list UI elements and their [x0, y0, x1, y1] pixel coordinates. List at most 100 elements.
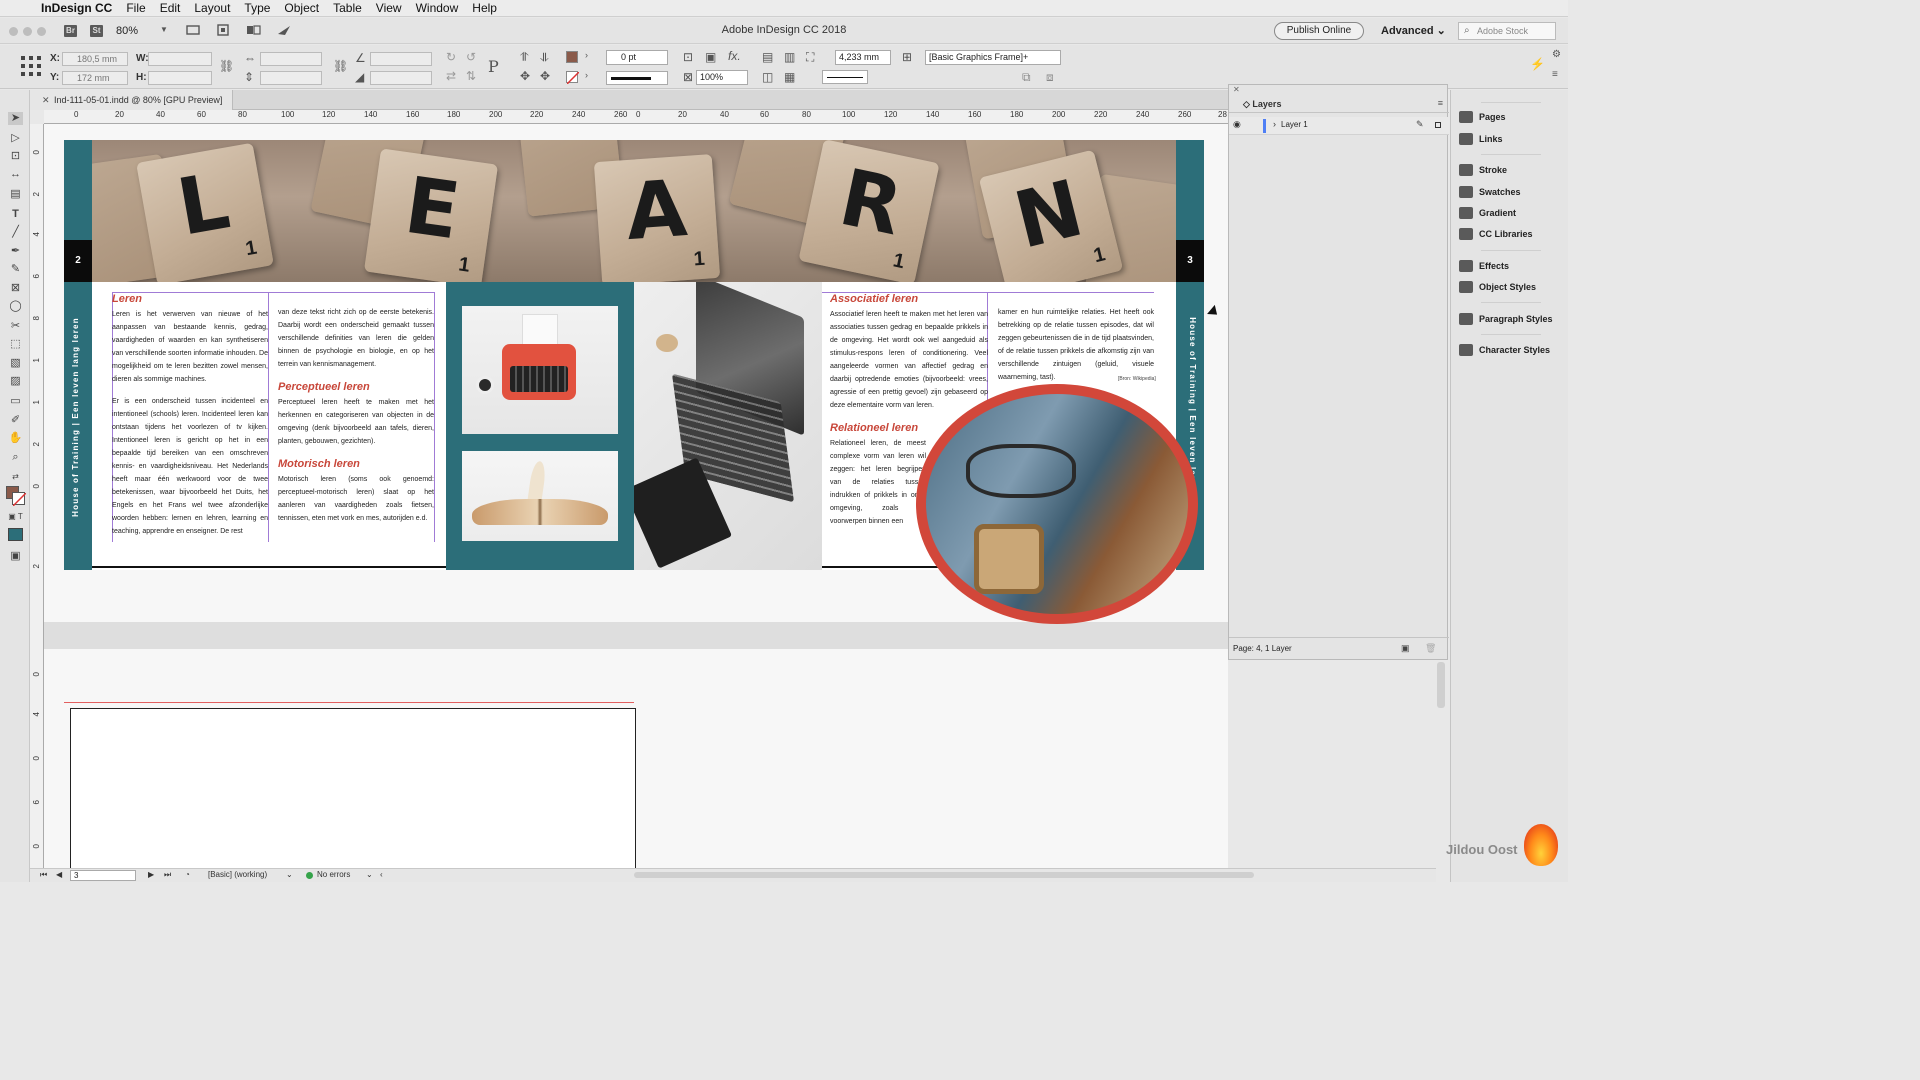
vertical-ruler[interactable]: 0 2 4 6 8 1 1 2 0 2 0 4 0 6 0 — [30, 124, 44, 869]
laptop-photo[interactable] — [634, 282, 822, 570]
align-left-icon[interactable]: ⧉ — [1022, 70, 1031, 85]
height-field[interactable] — [148, 71, 212, 85]
flip-horizontal-icon[interactable]: ⇄ — [446, 69, 456, 83]
close-icon[interactable]: ✕ — [1233, 85, 1240, 94]
first-page-icon[interactable]: ⏮ — [40, 870, 47, 880]
effects-fx-icon[interactable]: fx. — [728, 49, 741, 63]
distribute-icon[interactable]: ⧈ — [1046, 70, 1054, 85]
page-number-field[interactable]: 3 — [70, 870, 136, 881]
direct-selection-tool-icon[interactable]: ▷ — [8, 132, 23, 145]
glasses-circle-photo[interactable] — [916, 384, 1198, 624]
scale-y-field[interactable] — [260, 71, 322, 85]
screen-mode-normal-icon[interactable]: ▣ — [8, 550, 23, 563]
stroke-style-select[interactable] — [822, 70, 868, 84]
select-previous-object-icon[interactable]: ✥ — [520, 69, 530, 83]
expand-layer-icon[interactable]: › — [1273, 119, 1276, 129]
rotate-90-ccw-icon[interactable]: ↺ — [466, 50, 476, 64]
center-content-icon[interactable]: ◫ — [762, 70, 773, 84]
menu-type[interactable]: Type — [244, 1, 270, 15]
typewriter-photo[interactable] — [462, 306, 618, 434]
stroke-chevron-icon[interactable]: › — [585, 70, 588, 80]
chevron-down-icon[interactable]: ⌄ — [366, 870, 373, 879]
auto-fit-icon[interactable]: ⊞ — [902, 50, 912, 64]
pen-tool-icon[interactable]: ✒ — [8, 245, 23, 258]
stroke-color-icon[interactable] — [12, 492, 27, 507]
dock-pages[interactable]: Pages — [1459, 109, 1506, 125]
horizontal-scrollbar[interactable] — [634, 872, 1254, 878]
trash-icon[interactable]: 🗑 — [1425, 643, 1436, 654]
dock-character-styles[interactable]: Character Styles — [1459, 342, 1550, 358]
next-page[interactable] — [70, 708, 636, 869]
stroke-swatch[interactable] — [566, 71, 580, 85]
dock-swatches[interactable]: Swatches — [1459, 184, 1521, 200]
dock-links[interactable]: Links — [1459, 131, 1503, 147]
horizontal-ruler[interactable]: 0 20 40 60 80 100 120 140 160 180 200 22… — [44, 110, 1228, 124]
hand-tool-icon[interactable]: ✋ — [8, 432, 23, 445]
layer-selection-icon[interactable] — [1435, 122, 1441, 128]
dock-object-styles[interactable]: Object Styles — [1459, 279, 1536, 295]
adobe-stock-search-input[interactable]: Adobe Stock — [1458, 22, 1556, 40]
layers-panel-title[interactable]: ◇ Layers — [1243, 99, 1281, 110]
fit-frame-to-content-icon[interactable]: ▦ — [784, 70, 795, 84]
ellipse-tool-icon[interactable]: ◯ — [8, 300, 23, 313]
fill-frame-proportionally-icon[interactable]: ▥ — [784, 50, 795, 64]
select-container-icon[interactable]: ⥣ — [520, 50, 529, 65]
scroll-left-icon[interactable]: ‹ — [380, 870, 383, 879]
reference-point-icon[interactable] — [20, 55, 42, 77]
menu-layout[interactable]: Layout — [194, 1, 230, 15]
constrain-scale-icon[interactable]: ⛓ — [333, 59, 348, 73]
text-frame-leren[interactable]: Leren Leren is het verwerven van nieuwe … — [112, 292, 268, 544]
panel-menu-icon[interactable]: ≡ — [1438, 98, 1443, 108]
select-next-object-icon[interactable]: ✥ — [540, 69, 550, 83]
opacity-field[interactable]: 100% — [696, 70, 748, 85]
width-field[interactable] — [148, 52, 212, 66]
new-layer-icon[interactable]: ▣ — [1401, 643, 1410, 654]
preflight-profile[interactable]: [Basic] (working) — [208, 870, 267, 879]
eyedropper-tool-icon[interactable]: ✐ — [8, 414, 23, 427]
rectangle-frame-tool-icon[interactable]: ⊠ — [8, 282, 23, 295]
content-collector-icon[interactable]: ▤ — [8, 188, 23, 201]
workspace-switcher[interactable]: Advanced ⌄ — [1381, 24, 1446, 37]
gradient-swatch-tool-icon[interactable]: ▧ — [8, 357, 23, 370]
document-tab[interactable]: ✕ Ind-111-05-01.indd @ 80% [GPU Preview] — [30, 90, 234, 110]
y-position-field[interactable]: 172 mm — [62, 71, 128, 85]
open-page-icon[interactable]: ◔ — [185, 870, 190, 879]
rotation-angle-field[interactable] — [370, 52, 432, 66]
note-tool-icon[interactable]: ▭ — [8, 395, 23, 408]
content-fitting-icon[interactable]: ⛶ — [806, 50, 814, 65]
page-tool-icon[interactable]: ⊡ — [8, 150, 23, 163]
select-content-icon[interactable]: ⥥ — [540, 50, 549, 65]
menu-view[interactable]: View — [376, 1, 402, 15]
shear-angle-field[interactable] — [370, 71, 432, 85]
document-canvas[interactable]: L 1 E 1 A 1 R 1 N 1 2 3 House of Trainin… — [44, 124, 1228, 869]
gap-tool-icon[interactable]: ↔ — [8, 168, 23, 181]
x-position-field[interactable]: 180,5 mm — [62, 52, 128, 66]
vertical-scrollbar[interactable] — [1437, 662, 1445, 708]
fitting-offset-field[interactable]: 4,233 mm — [835, 50, 891, 65]
corner-options-icon[interactable]: ▣ — [705, 50, 716, 64]
pencil-tool-icon[interactable]: ✎ — [8, 263, 23, 276]
scale-x-field[interactable] — [260, 52, 322, 66]
dock-gradient[interactable]: Gradient — [1459, 205, 1516, 221]
eye-visibility-icon[interactable]: ◉ — [1233, 119, 1241, 130]
next-page-icon[interactable]: ▶ — [148, 870, 154, 879]
apply-color-icon[interactable] — [8, 528, 23, 541]
selection-tool-icon[interactable]: ➤ — [8, 112, 23, 125]
previous-page-icon[interactable]: ◀ — [56, 870, 62, 879]
gear-icon[interactable]: ⚙ — [1552, 49, 1561, 60]
menu-help[interactable]: Help — [472, 1, 497, 15]
zoom-tool-icon[interactable]: ⌕ — [8, 451, 23, 464]
dock-stroke[interactable]: Stroke — [1459, 162, 1507, 178]
publish-online-button[interactable]: Publish Online — [1274, 22, 1364, 40]
flip-vertical-icon[interactable]: ⇅ — [466, 69, 476, 83]
type-tool-icon[interactable]: T — [8, 208, 23, 221]
scissors-tool-icon[interactable]: ✂ — [8, 320, 23, 333]
object-style-select[interactable]: [Basic Graphics Frame]+ — [925, 50, 1061, 65]
lightning-icon[interactable]: ⚡ — [1530, 57, 1545, 71]
menu-indesign[interactable]: InDesign CC — [41, 1, 112, 15]
text-frame-continued[interactable]: van deze tekst richt zich op de eerste b… — [278, 306, 434, 544]
fit-content-proportionally-icon[interactable]: ▤ — [762, 50, 773, 64]
line-tool-icon[interactable]: ╱ — [8, 226, 23, 239]
text-frame-continued-right[interactable]: kamer en hun ruimtelijke relaties. Het h… — [998, 306, 1154, 386]
stroke-type-select[interactable] — [606, 71, 668, 85]
